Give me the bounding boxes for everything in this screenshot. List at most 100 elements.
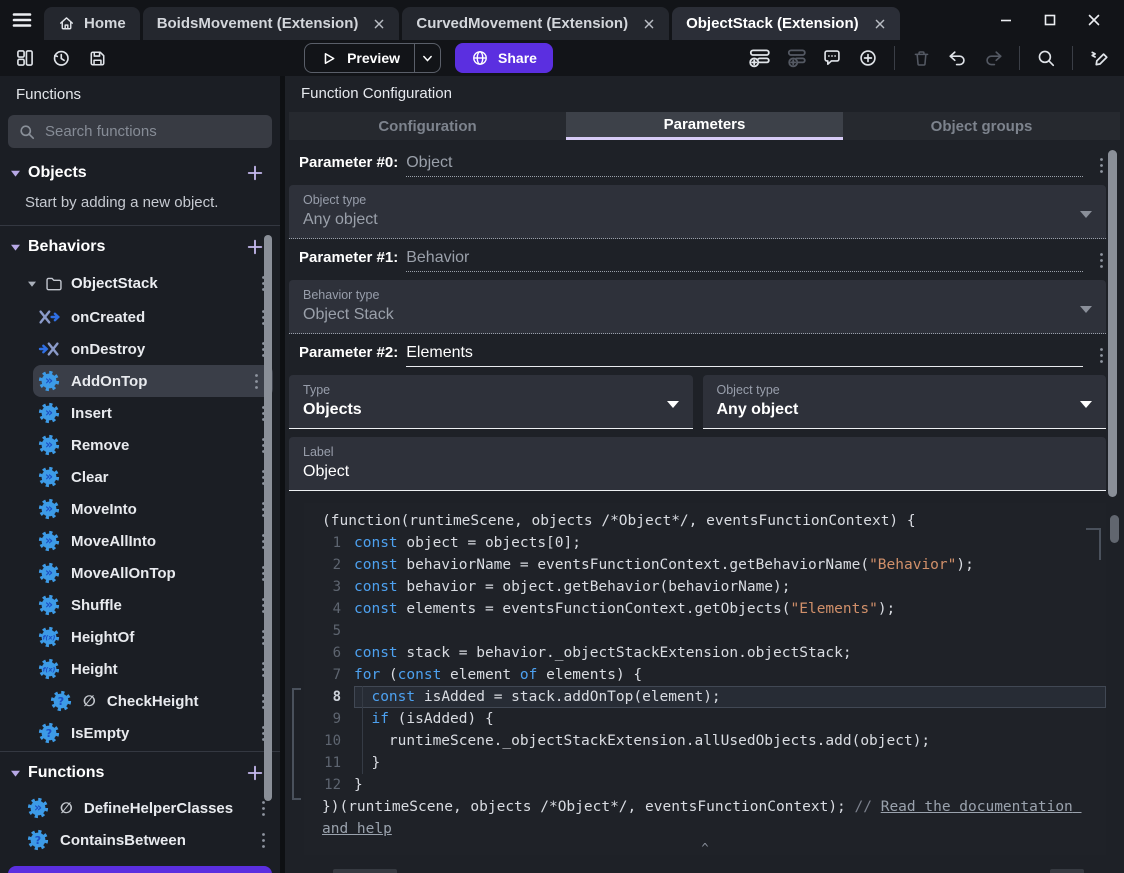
object-type-select[interactable]: Object type Any object (289, 185, 1106, 239)
condition-gear-icon: ? (38, 722, 60, 744)
preview-dropdown-icon[interactable] (414, 44, 440, 72)
add-function-icon[interactable] (246, 764, 264, 782)
close-tab-icon[interactable] (874, 18, 886, 30)
parameter-name-input[interactable]: Object (406, 154, 1083, 177)
add-comment-icon[interactable] (817, 44, 847, 72)
sidebar-item-label: onDestroy (71, 340, 146, 358)
add-circle-icon[interactable] (853, 44, 883, 72)
undo-icon[interactable] (942, 44, 972, 72)
window-controls (984, 0, 1124, 40)
share-button[interactable]: Share (455, 43, 553, 73)
svg-text:»: » (45, 533, 53, 548)
field-value: Objects (303, 401, 362, 418)
add-event-icon[interactable] (745, 44, 775, 72)
tab-home[interactable]: Home (44, 7, 140, 40)
tab-object-groups[interactable]: Object groups (843, 112, 1120, 140)
parameter-menu-icon[interactable] (1097, 345, 1106, 366)
sidebar-item-insert[interactable]: » Insert (0, 397, 280, 429)
section-functions[interactable]: Functions (0, 754, 280, 792)
svg-text:f(x): f(x) (43, 633, 56, 641)
section-label: Functions (28, 764, 105, 781)
dropdown-arrow-icon (1080, 211, 1092, 218)
tab-curvedmovement-extension[interactable]: CurvedMovement (Extension) (402, 7, 670, 40)
parameter-2: Parameter #2: Elements Type Objects Obje… (289, 342, 1106, 491)
tab-boidsmovement-extension[interactable]: BoidsMovement (Extension) (142, 7, 400, 40)
code-editor[interactable]: (function(runtimeScene, objects /*Object… (304, 503, 1106, 855)
parameter-name-input[interactable]: Behavior (406, 249, 1083, 272)
item-menu-icon[interactable] (259, 830, 268, 851)
tab-objectstack-extension[interactable]: ObjectStack (Extension) (672, 7, 900, 40)
sidebar-scrollbar[interactable] (264, 235, 272, 801)
sidebar-item-isempty[interactable]: ? IsEmpty (0, 717, 280, 749)
parameter-name-input[interactable]: Elements (406, 344, 1083, 367)
condition-gear-icon: ? (50, 690, 72, 712)
sidebar-item-oncreated[interactable]: onCreated (0, 301, 280, 333)
close-tab-icon[interactable] (643, 18, 655, 30)
behavior-type-select[interactable]: Behavior type Object Stack (289, 280, 1106, 334)
sidebar-item-moveinto[interactable]: » MoveInto (0, 493, 280, 525)
toolbar-separator (1019, 46, 1021, 70)
tab-label: Configuration (378, 117, 477, 135)
minimize-button[interactable] (984, 4, 1028, 36)
editor-resize-handle[interactable]: ^ (701, 841, 708, 855)
type-select[interactable]: Type Objects (289, 375, 693, 429)
close-button[interactable] (1072, 4, 1116, 36)
sidebar-item-definehelperclasses[interactable]: » ∅ DefineHelperClasses (0, 792, 280, 824)
parameter-menu-icon[interactable] (1097, 155, 1106, 176)
line-number: 8 (332, 689, 341, 705)
object-type-select[interactable]: Object type Any object (702, 375, 1106, 429)
code-line: 10 runtimeScene._objectStackExtension.al… (304, 730, 1106, 752)
sidebar-item-checkheight[interactable]: ? ∅ CheckHeight (0, 685, 280, 717)
editor-scrollbar[interactable] (1110, 515, 1119, 543)
preview-button[interactable]: Preview (304, 43, 442, 73)
field-value: Object (303, 463, 350, 480)
section-behaviors[interactable]: Behaviors (0, 228, 280, 266)
save-icon[interactable] (82, 44, 112, 72)
chevron-down-icon (10, 243, 21, 252)
parameters-scrollbar[interactable] (1108, 150, 1117, 497)
sidebar-item-moveallinto[interactable]: » MoveAllInto (0, 525, 280, 557)
sidebar-item-clear[interactable]: » Clear (0, 461, 280, 493)
sidebar-item-addontop[interactable]: » AddOnTop (33, 365, 273, 397)
sidebar-item-shuffle[interactable]: » Shuffle (0, 589, 280, 621)
parameters-list: Parameter #0: Object Object type Any obj… (285, 140, 1124, 491)
behavior-folder-objectstack[interactable]: ObjectStack (0, 266, 280, 301)
svg-text:»: » (45, 405, 53, 420)
tab-label: Home (84, 15, 126, 32)
add-behavior-icon[interactable] (246, 238, 264, 256)
maximize-button[interactable] (1028, 4, 1072, 36)
search-input[interactable] (45, 123, 262, 140)
sidebar-item-moveallontop[interactable]: » MoveAllOnTop (0, 557, 280, 589)
section-objects[interactable]: Objects (0, 154, 280, 192)
history-icon[interactable] (46, 44, 76, 72)
sidebar-item-containsbetween[interactable]: ? ContainsBetween (0, 824, 280, 856)
add-new-function-button[interactable]: Add a new function (8, 866, 272, 873)
label-field[interactable]: Label Object (289, 437, 1106, 491)
toolbar-separator (1072, 46, 1074, 70)
add-object-icon[interactable] (246, 164, 264, 182)
sidebar-item-remove[interactable]: » Remove (0, 429, 280, 461)
action-gear-icon: » (38, 498, 60, 520)
close-tab-icon[interactable] (373, 18, 385, 30)
edit-icon[interactable] (1084, 44, 1114, 72)
parameter-label: Parameter #1: (299, 249, 399, 266)
sidebar-item-label: Clear (71, 468, 109, 486)
sidebar-item-height[interactable]: f(x) Height (0, 653, 280, 685)
item-menu-icon[interactable] (252, 371, 261, 392)
search-functions-box[interactable] (8, 115, 272, 148)
search-icon[interactable] (1031, 44, 1061, 72)
sidebar-item-label: MoveInto (71, 500, 137, 518)
parameter-menu-icon[interactable] (1097, 250, 1106, 271)
configuration-tabbar: Configuration Parameters Object groups (289, 112, 1120, 140)
tab-configuration[interactable]: Configuration (289, 112, 566, 140)
panels-icon[interactable] (10, 44, 40, 72)
parameter-1: Parameter #1: Behavior Behavior type Obj… (289, 247, 1106, 334)
svg-text:?: ? (58, 695, 64, 708)
sidebar-item-ondestroy[interactable]: onDestroy (0, 333, 280, 365)
tab-parameters[interactable]: Parameters (566, 112, 843, 140)
main-menu-icon[interactable] (0, 0, 44, 40)
action-gear-icon: » (38, 434, 60, 456)
dropdown-arrow-icon (1080, 306, 1092, 313)
sidebar-item-heightof[interactable]: f(x) HeightOf (0, 621, 280, 653)
action-gear-icon: » (38, 594, 60, 616)
